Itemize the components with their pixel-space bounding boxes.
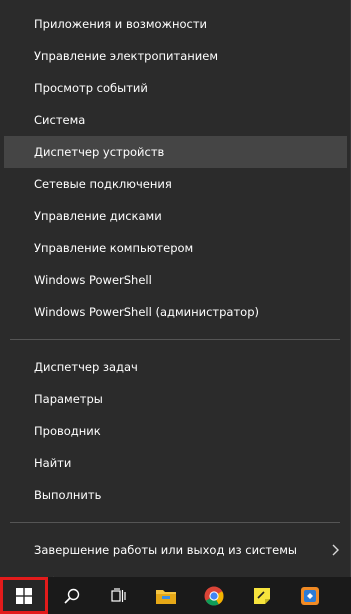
task-view-icon xyxy=(110,587,126,602)
menu-item-event-viewer[interactable]: Просмотр событий xyxy=(0,72,350,104)
file-explorer-icon xyxy=(156,589,176,604)
chrome-icon xyxy=(204,586,224,606)
menu-item-file-explorer[interactable]: Проводник xyxy=(0,415,350,447)
app-icon xyxy=(301,586,319,605)
menu-separator xyxy=(10,339,340,340)
menu-item-shutdown-signout[interactable]: Завершение работы или выход из системы xyxy=(0,534,350,566)
menu-item-powershell[interactable]: Windows PowerShell xyxy=(0,264,350,296)
windows-start-icon xyxy=(16,587,32,604)
menu-item-powershell-admin[interactable]: Windows PowerShell (администратор) xyxy=(0,296,350,328)
menu-item-system[interactable]: Система xyxy=(0,104,350,136)
taskbar xyxy=(0,577,351,614)
menu-item-apps-features[interactable]: Приложения и возможности xyxy=(0,8,350,40)
sticky-notes-taskbar-button[interactable] xyxy=(238,577,286,614)
menu-item-device-manager[interactable]: Диспетчер устройств xyxy=(4,136,347,168)
winx-context-menu: Приложения и возможности Управление элек… xyxy=(0,0,351,589)
menu-item-computer-management[interactable]: Управление компьютером xyxy=(0,232,350,264)
task-view-button[interactable] xyxy=(95,577,142,614)
menu-item-label: Завершение работы или выход из системы xyxy=(34,543,297,557)
menu-item-power-options[interactable]: Управление электропитанием xyxy=(0,40,350,72)
menu-separator xyxy=(10,522,340,523)
menu-item-task-manager[interactable]: Диспетчер задач xyxy=(0,351,350,383)
file-explorer-taskbar-button[interactable] xyxy=(142,577,190,614)
app-taskbar-button[interactable] xyxy=(286,577,334,614)
menu-item-network-connections[interactable]: Сетевые подключения xyxy=(0,168,350,200)
start-button[interactable] xyxy=(0,577,48,614)
search-button[interactable] xyxy=(48,577,95,614)
sticky-notes-icon xyxy=(254,587,270,604)
menu-item-disk-management[interactable]: Управление дисками xyxy=(0,200,350,232)
menu-item-settings[interactable]: Параметры xyxy=(0,383,350,415)
search-icon xyxy=(63,588,79,604)
chrome-taskbar-button[interactable] xyxy=(190,577,238,614)
menu-item-run[interactable]: Выполнить xyxy=(0,479,350,511)
menu-item-search[interactable]: Найти xyxy=(0,447,350,479)
